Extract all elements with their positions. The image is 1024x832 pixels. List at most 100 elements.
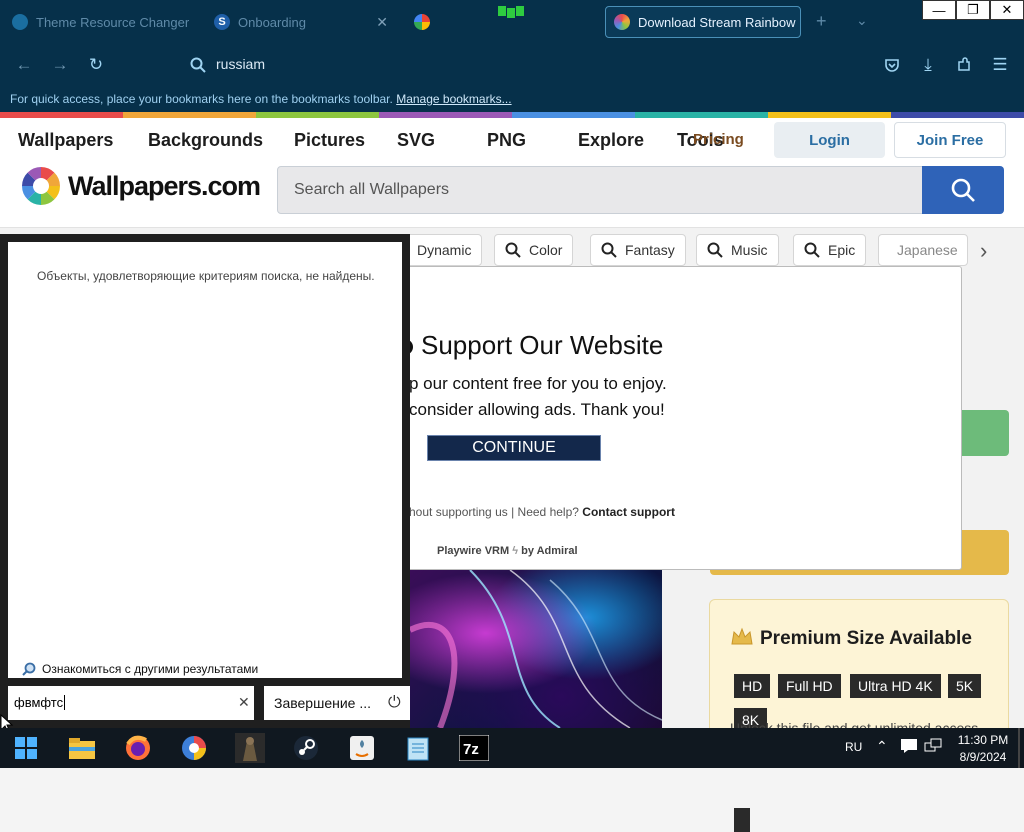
start-search-input[interactable]: фвмфтс ✕: [8, 686, 254, 720]
chevron-up-icon[interactable]: ⌃: [876, 738, 888, 755]
svg-text:7z: 7z: [463, 741, 479, 758]
restore-button[interactable]: ❐: [956, 0, 990, 20]
bookmark-hint: For quick access, place your bookmarks h…: [10, 92, 393, 106]
clear-search-icon[interactable]: ✕: [238, 694, 250, 711]
tab-onboarding[interactable]: S Onboarding ✕: [206, 6, 396, 38]
menu-hamburger-icon[interactable]: ☰: [988, 53, 1012, 77]
chip-label: Fantasy: [625, 242, 675, 258]
menu-explore[interactable]: Explore: [578, 130, 644, 151]
chip-color[interactable]: Color: [494, 234, 574, 266]
login-button[interactable]: Login: [774, 122, 885, 158]
back-arrow-icon[interactable]: ←: [12, 53, 36, 77]
tab-theme-resource-changer[interactable]: Theme Resource Changer ✕: [4, 6, 196, 38]
see-more-results-link[interactable]: Ознакомиться с другими результатами: [22, 662, 258, 676]
logo-text: Wallpapers.com: [68, 170, 261, 201]
menu-svg[interactable]: SVG: [397, 130, 435, 151]
size-badge-8k-hidden: [734, 808, 750, 832]
extension-badge-icon: [496, 4, 526, 18]
shutdown-button[interactable]: Завершение ... ⏻: [264, 686, 410, 720]
playwire-brand: Playwire VRM: [437, 545, 510, 557]
7zip-icon[interactable]: 7z: [454, 732, 494, 764]
manage-bookmarks-link[interactable]: Manage bookmarks...: [396, 92, 511, 106]
notification-icon[interactable]: [900, 738, 918, 757]
tab-list-chevron-icon[interactable]: ⌄: [856, 12, 868, 29]
bookmarks-toolbar: For quick access, place your bookmarks h…: [0, 86, 1024, 112]
pocket-icon[interactable]: [880, 53, 904, 77]
wallpapers-logo-icon: [22, 167, 60, 205]
close-icon[interactable]: ✕: [376, 14, 388, 31]
search-icon: [707, 242, 723, 258]
clock-date: 8/9/2024: [959, 750, 1007, 764]
game-icon[interactable]: [230, 732, 270, 764]
wallpaper-preview-image[interactable]: [408, 569, 663, 730]
search-icon: [186, 53, 210, 77]
contact-support-link[interactable]: Contact support: [582, 505, 675, 519]
address-bar[interactable]: russiam: [216, 56, 265, 72]
forward-arrow-icon[interactable]: →: [48, 53, 72, 77]
search-icon: [601, 242, 617, 258]
tab-download-stream-rainbow[interactable]: Download Stream Rainbow ✕: [605, 6, 801, 38]
modal-text-line2: consider allowing ads. Thank you!: [409, 400, 665, 419]
reload-icon[interactable]: ↻: [84, 53, 108, 77]
download-green-button[interactable]: [962, 410, 1009, 456]
wallpaper-search-input[interactable]: Search all Wallpapers: [277, 166, 923, 214]
show-desktop-button[interactable]: [1018, 728, 1020, 768]
continue-button[interactable]: CONTINUE: [427, 435, 601, 461]
chevron-right-icon[interactable]: ›: [980, 238, 987, 264]
no-results-message: Объекты, удовлетворяющие критериям поиск…: [37, 269, 375, 283]
chip-music[interactable]: Music: [696, 234, 779, 266]
notepad-icon[interactable]: [398, 732, 438, 764]
browser-tab-bar: Theme Resource Changer ✕ S Onboarding ✕ …: [0, 0, 1024, 44]
support-modal: Support Our Website p our content free f…: [396, 266, 962, 570]
menu-pictures[interactable]: Pictures: [294, 130, 365, 151]
chip-label: Japanese: [897, 242, 958, 258]
site-header: Wallpapers Backgrounds Pictures SVG PNG …: [0, 118, 1024, 228]
start-menu-search-panel: Объекты, удовлетворяющие критериям поиск…: [0, 234, 410, 728]
file-explorer-icon[interactable]: [62, 732, 102, 764]
premium-title: Premium Size Available: [760, 628, 972, 649]
firefox-icon[interactable]: [118, 732, 158, 764]
clock[interactable]: 11:30 PM 8/9/2024: [954, 733, 1012, 764]
tab-label: Onboarding: [238, 14, 306, 30]
windows-start-icon[interactable]: [6, 732, 46, 764]
browser-icon[interactable]: [174, 732, 214, 764]
menu-backgrounds[interactable]: Backgrounds: [148, 130, 263, 151]
language-indicator[interactable]: RU: [845, 740, 862, 754]
bolt-icon: ϟ: [512, 545, 519, 557]
power-icon[interactable]: ⏻: [388, 694, 401, 712]
size-badge-full-hd[interactable]: Full HD: [778, 674, 841, 698]
size-badge-4k[interactable]: Ultra HD 4K: [850, 674, 941, 698]
premium-size-panel: Premium Size Available HD Full HD Ultra …: [709, 599, 1009, 832]
menu-png[interactable]: PNG: [487, 130, 526, 151]
join-free-button[interactable]: Join Free: [894, 122, 1006, 158]
tab-google[interactable]: [406, 6, 476, 38]
chip-japanese[interactable]: Japanese: [878, 234, 968, 266]
search-query: фвмфтс: [14, 695, 64, 710]
close-window-button[interactable]: ✕: [990, 0, 1024, 20]
site-logo[interactable]: Wallpapers.com: [20, 165, 261, 207]
tab-label: Theme Resource Changer: [36, 14, 190, 30]
chip-fantasy[interactable]: Fantasy: [590, 234, 686, 266]
minimize-button[interactable]: —: [922, 0, 956, 20]
chip-label: Dynamic: [417, 242, 472, 258]
wallpaper-art: [408, 569, 663, 730]
steam-icon[interactable]: [286, 732, 326, 764]
size-badge-5k[interactable]: 5K: [948, 674, 982, 698]
search-icon: [951, 178, 975, 202]
new-tab-button[interactable]: +: [816, 11, 827, 32]
menu-wallpapers[interactable]: Wallpapers: [18, 130, 113, 151]
download-icon[interactable]: ⤓: [916, 53, 940, 77]
menu-pricing[interactable]: Pricing: [693, 131, 744, 148]
search-icon: [505, 242, 521, 258]
java-icon[interactable]: [342, 732, 382, 764]
search-results-pane: Объекты, удовлетворяющие критериям поиск…: [8, 242, 402, 678]
continue-without-link[interactable]: hout supporting us: [409, 505, 508, 519]
network-icon[interactable]: [924, 738, 942, 759]
chip-epic[interactable]: Epic: [793, 234, 867, 266]
size-badge-hd[interactable]: HD: [734, 674, 771, 698]
modal-footer: hout supporting us | Need help? Contact …: [409, 505, 675, 519]
see-more-results-label: Ознакомиться с другими результатами: [42, 662, 259, 676]
chip-dynamic[interactable]: Dynamic: [406, 234, 483, 266]
extensions-icon[interactable]: [952, 53, 976, 77]
search-button[interactable]: [922, 166, 1004, 214]
